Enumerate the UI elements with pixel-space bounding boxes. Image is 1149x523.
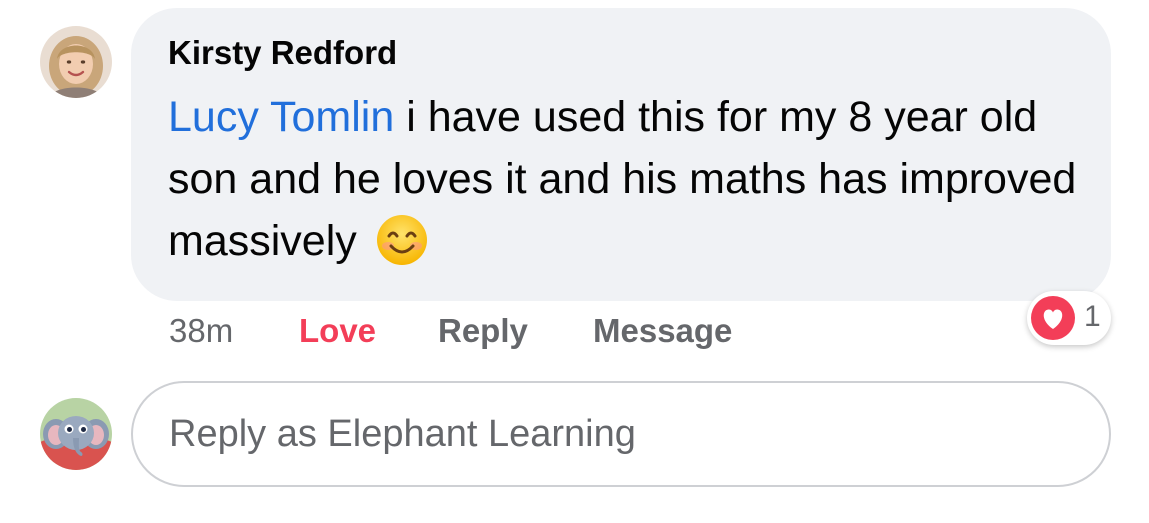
reply-button[interactable]: Reply [438,312,528,350]
reaction-count: 1 [1084,300,1101,333]
mention-link[interactable]: Lucy Tomlin [168,93,394,141]
person-avatar-icon [40,26,112,98]
comment-body: Lucy Tomlin i have used this for my 8 ye… [168,86,1103,272]
comment-author-name[interactable]: Kirsty Redford [168,34,397,72]
comment-bubble: Kirsty Redford Lucy Tomlin i have used t… [131,8,1111,301]
love-reaction-button[interactable]: Love [299,312,376,350]
page-avatar[interactable] [40,398,112,470]
commenter-avatar[interactable] [40,26,112,98]
elephant-avatar-icon [40,398,112,470]
reaction-summary[interactable]: 1 [1027,291,1111,345]
comment-timestamp[interactable]: 38m [169,312,233,350]
message-button[interactable]: Message [593,312,732,350]
reply-input[interactable] [131,381,1111,487]
heart-icon [1031,296,1075,340]
smiling-face-icon [375,213,429,267]
